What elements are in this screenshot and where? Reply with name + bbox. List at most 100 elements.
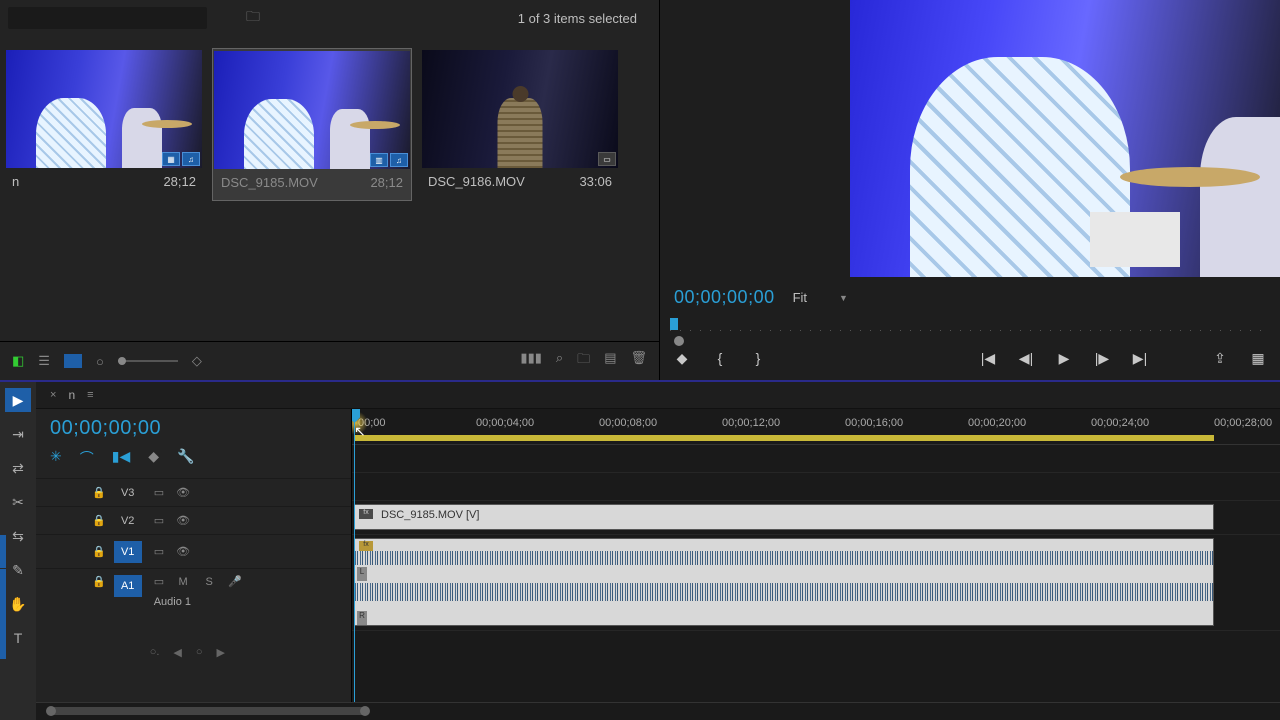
go-to-in-button[interactable]: |◀ xyxy=(980,350,996,366)
sync-lock-icon[interactable]: ▭ xyxy=(154,545,164,558)
thumbnail-zoom-slider[interactable] xyxy=(118,360,178,362)
mark-out-button[interactable]: } xyxy=(750,350,766,366)
video-badge-icon: ▥ xyxy=(370,153,388,167)
audio-badge-icon: ♫ xyxy=(182,152,200,166)
v3-lane[interactable] xyxy=(352,445,1280,473)
eye-icon[interactable]: 👁 xyxy=(176,514,190,527)
export-frame-button[interactable]: ▦ xyxy=(1250,350,1266,366)
program-timecode[interactable]: 00;00;00;00 xyxy=(674,287,775,308)
write-toggle-icon[interactable]: ◧ xyxy=(12,353,24,369)
step-forward-button[interactable]: |▶ xyxy=(1094,350,1110,366)
new-bin-icon[interactable]: 🗀 xyxy=(246,6,260,30)
project-search-input[interactable] xyxy=(8,7,207,29)
timeline-playhead[interactable] xyxy=(354,409,355,702)
sync-lock-icon[interactable]: ▭ xyxy=(154,486,164,499)
trash-icon[interactable]: 🗑 xyxy=(630,350,647,372)
track-label[interactable]: A1 xyxy=(114,575,142,597)
close-sequence-button[interactable]: × xyxy=(50,389,56,401)
clip-title: DSC_9185.MOV [V] xyxy=(381,509,479,521)
find-icon[interactable]: ⌕ xyxy=(556,350,563,372)
program-monitor-viewport[interactable] xyxy=(850,0,1280,277)
list-view-icon[interactable]: ☰ xyxy=(38,353,50,369)
clip-item[interactable]: ▥♫ DSC_9185.MOV 28;12 xyxy=(212,48,412,201)
type-tool[interactable]: T xyxy=(5,626,31,650)
timeline-tracks-area[interactable]: ↖ 00;00 00;00;04;00 00;00;08;00 00;00;12… xyxy=(352,409,1280,702)
track-headers: 00;00;00;00 ✳ ⌒ ▮◀ ◆ 🔧 🔒 V3 ▭ � xyxy=(36,409,352,702)
track-v2-header[interactable]: 🔒 V2 ▭ 👁 xyxy=(36,506,351,534)
project-search-bar: ⌕ 🗀 1 of 3 items selected xyxy=(0,0,659,36)
selection-tool[interactable]: ▶ xyxy=(5,388,31,412)
track-label[interactable]: V2 xyxy=(114,510,142,532)
prev-keyframe-icon[interactable]: ◀ xyxy=(173,646,181,659)
add-marker-icon[interactable]: ▮◀ xyxy=(112,448,130,468)
keyframe-mode-icon[interactable]: ○. xyxy=(150,646,160,659)
track-v1-header[interactable]: 🔒 V1 ▭ 👁 xyxy=(36,534,351,568)
settings-icon[interactable]: 🔧 xyxy=(177,448,194,468)
fx-badge-icon[interactable]: fx xyxy=(359,509,373,519)
add-keyframe-icon[interactable]: ○ xyxy=(196,646,203,659)
work-area-bar[interactable] xyxy=(354,435,1214,441)
hand-tool[interactable]: ✋ xyxy=(5,592,31,616)
program-scrub-knob[interactable] xyxy=(674,336,684,346)
sequence-tab-bar: × n ≡ xyxy=(36,382,1280,409)
track-label[interactable]: V3 xyxy=(114,482,142,504)
track-v3-header[interactable]: 🔒 V3 ▭ 👁 xyxy=(36,478,351,506)
pen-tool[interactable]: ✎ xyxy=(5,558,31,582)
audio-clip[interactable]: fx L R xyxy=(354,538,1214,626)
video-clip[interactable]: fx DSC_9185.MOV [V] xyxy=(354,504,1214,530)
v2-lane[interactable] xyxy=(352,473,1280,501)
sync-lock-icon[interactable]: ▭ xyxy=(154,514,164,527)
step-back-button[interactable]: ◀| xyxy=(1018,350,1034,366)
snap-icon[interactable]: ✳ xyxy=(50,448,62,468)
ruler-tick: 00;00;24;00 xyxy=(1091,417,1149,429)
program-playhead[interactable] xyxy=(670,318,678,330)
a1-lane[interactable]: fx L R xyxy=(352,535,1280,631)
sequence-name[interactable]: n xyxy=(68,388,75,402)
add-marker-button[interactable]: ◆ xyxy=(674,350,690,366)
clip-thumb: ▦♫ xyxy=(6,50,202,168)
v1-lane[interactable]: fx DSC_9185.MOV [V] xyxy=(352,501,1280,535)
marker-icon[interactable]: ◆ xyxy=(148,448,159,468)
timeline-scroll-thumb[interactable] xyxy=(50,707,366,715)
lock-icon[interactable]: 🔒 xyxy=(92,545,106,558)
eye-icon[interactable]: 👁 xyxy=(176,545,190,558)
razor-tool[interactable]: ✂ xyxy=(5,490,31,514)
timeline-scrollbar[interactable] xyxy=(36,702,1280,720)
track-select-tool[interactable]: ⇥ xyxy=(5,422,31,446)
next-keyframe-icon[interactable]: ▶ xyxy=(217,646,225,659)
clip-item[interactable]: ▦♫ n 28;12 xyxy=(4,48,204,201)
voice-record-icon[interactable]: 🎤 xyxy=(228,575,242,588)
sequence-badge-icon: ▦ xyxy=(162,152,180,166)
clip-thumb: ▥♫ xyxy=(214,51,410,169)
linked-selection-icon[interactable]: ⌒ xyxy=(80,448,94,468)
program-ruler[interactable] xyxy=(670,318,1270,342)
new-item-icon[interactable]: ▤ xyxy=(604,350,616,372)
automate-icon[interactable]: ▮▮▮ xyxy=(520,350,541,372)
icon-view-icon[interactable] xyxy=(64,354,82,368)
play-button[interactable]: ▶ xyxy=(1056,350,1072,366)
mute-button[interactable]: M xyxy=(176,576,190,588)
zoom-fit-select[interactable]: Fit▼ xyxy=(793,290,848,305)
timeline-timecode[interactable]: 00;00;00;00 xyxy=(50,417,337,440)
lock-icon[interactable]: 🔒 xyxy=(92,514,106,527)
lift-button[interactable]: ⇪ xyxy=(1212,350,1228,366)
track-label[interactable]: V1 xyxy=(114,541,142,563)
mark-in-button[interactable]: { xyxy=(712,350,728,366)
timeline-ruler[interactable]: ↖ 00;00 00;00;04;00 00;00;08;00 00;00;12… xyxy=(352,409,1280,445)
slip-tool[interactable]: ⇆ xyxy=(5,524,31,548)
new-bin-icon[interactable]: 🗀 xyxy=(577,350,590,372)
track-a1-header[interactable]: 🔒 A1 ▭ M S 🎤 Audio 1 ○. xyxy=(36,568,351,664)
sort-icon[interactable]: ◇ xyxy=(192,353,202,369)
clip-name: DSC_9186.MOV xyxy=(428,174,525,189)
fx-badge-icon[interactable]: fx xyxy=(359,541,373,551)
lock-icon[interactable]: 🔒 xyxy=(92,575,106,588)
eye-icon[interactable]: 👁 xyxy=(176,486,190,499)
sync-lock-icon[interactable]: ▭ xyxy=(154,575,164,588)
clip-item[interactable]: ▭ DSC_9186.MOV 33:06 xyxy=(420,48,620,201)
go-to-out-button[interactable]: ▶| xyxy=(1132,350,1148,366)
zoom-min-icon: ○ xyxy=(96,354,104,369)
ripple-edit-tool[interactable]: ⇄ xyxy=(5,456,31,480)
sequence-menu-icon[interactable]: ≡ xyxy=(87,389,93,401)
lock-icon[interactable]: 🔒 xyxy=(92,486,106,499)
solo-button[interactable]: S xyxy=(202,576,216,588)
